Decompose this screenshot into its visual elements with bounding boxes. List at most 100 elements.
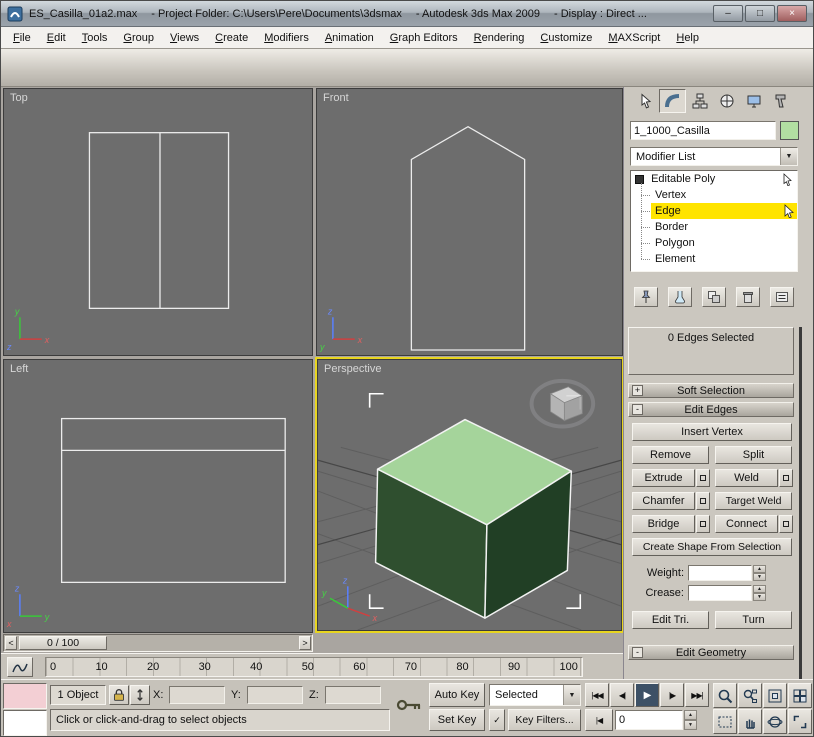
zoom-all-button[interactable] [738, 683, 762, 708]
spinner-down-icon[interactable]: ▼ [684, 720, 697, 730]
pin-stack-button[interactable] [634, 287, 658, 307]
time-slider-track[interactable]: < 0 / 100 > [3, 634, 313, 652]
viewport-front-label[interactable]: Front [323, 92, 349, 104]
close-button[interactable]: × [777, 5, 807, 22]
x-coordinate-field[interactable] [169, 686, 225, 704]
subobject-polygon[interactable]: Polygon [651, 235, 797, 251]
rollout-edit-edges[interactable]: - Edit Edges [628, 402, 794, 417]
tab-display[interactable] [740, 89, 767, 113]
zoom-extents-button[interactable] [763, 683, 787, 708]
key-filters-button[interactable]: Key Filters... [508, 709, 581, 731]
menu-rendering[interactable]: Rendering [466, 29, 533, 47]
next-frame-button[interactable]: |▶ [660, 683, 684, 707]
configure-modifier-sets-button[interactable] [770, 287, 794, 307]
modifier-list-dropdown[interactable]: Modifier List ▼ [630, 147, 798, 166]
title-bar[interactable]: ES_Casilla_01a2.max - Project Folder: C:… [1, 1, 813, 27]
viewport-perspective[interactable]: Perspective [317, 359, 622, 631]
remove-button[interactable]: Remove [632, 446, 709, 464]
stack-item-editable-poly[interactable]: Editable Poly [631, 171, 797, 187]
selection-set-dropdown[interactable]: Selected ▼ [489, 684, 581, 706]
crease-field[interactable] [688, 585, 752, 601]
viewport-front[interactable]: Front z x y [316, 88, 623, 356]
crease-spinner[interactable]: ▲ ▼ [753, 585, 766, 601]
go-to-start-button[interactable]: |◀◀ [585, 683, 609, 707]
menu-animation[interactable]: Animation [317, 29, 382, 47]
menu-customize[interactable]: Customize [532, 29, 600, 47]
modifier-stack[interactable]: Editable Poly Vertex Edge Border Polygon [630, 170, 798, 272]
extrude-button[interactable]: Extrude [632, 469, 695, 487]
subobject-vertex[interactable]: Vertex [651, 187, 797, 203]
viewport-top-label[interactable]: Top [10, 92, 28, 104]
viewport-top[interactable]: Top y x z [3, 88, 313, 356]
pan-button[interactable] [738, 709, 762, 734]
remove-modifier-button[interactable] [736, 287, 760, 307]
zoom-region-button[interactable] [713, 709, 737, 734]
connect-settings-button[interactable] [779, 515, 793, 533]
tab-modify[interactable] [659, 89, 686, 113]
spinner-up-icon[interactable]: ▲ [753, 565, 766, 573]
rollout-edit-geometry[interactable]: - Edit Geometry [628, 645, 794, 660]
target-weld-button[interactable]: Target Weld [715, 492, 792, 510]
auto-key-button[interactable]: Auto Key [429, 683, 485, 707]
absolute-offset-mode-toggle[interactable] [130, 685, 150, 705]
menu-maxscript[interactable]: MAXScript [600, 29, 668, 47]
subobject-edge-selected[interactable]: Edge [651, 203, 797, 219]
viewport-left-label[interactable]: Left [10, 363, 28, 375]
zoom-extents-all-button[interactable] [788, 683, 812, 708]
connect-button[interactable]: Connect [715, 515, 778, 533]
rollout-collapse-sign[interactable]: - [632, 404, 643, 415]
viewport-perspective-label[interactable]: Perspective [324, 363, 381, 375]
bridge-settings-button[interactable] [696, 515, 710, 533]
chamfer-settings-button[interactable] [696, 492, 710, 510]
keyboard-shortcut-override-toggle[interactable] [393, 692, 425, 718]
selection-lock-toggle[interactable] [109, 685, 129, 705]
menu-edit[interactable]: Edit [39, 29, 74, 47]
tab-create[interactable] [632, 89, 659, 113]
weight-spinner[interactable]: ▲ ▼ [753, 565, 766, 581]
subobject-border[interactable]: Border [651, 219, 797, 235]
spinner-down-icon[interactable]: ▼ [753, 573, 766, 581]
chamfer-button[interactable]: Chamfer [632, 492, 695, 510]
zoom-button[interactable] [713, 683, 737, 708]
play-button[interactable]: ▶ [635, 683, 659, 707]
menu-graph-editors[interactable]: Graph Editors [382, 29, 466, 47]
weight-field[interactable] [688, 565, 752, 581]
menu-views[interactable]: Views [162, 29, 207, 47]
weld-settings-button[interactable] [779, 469, 793, 487]
subobject-element[interactable]: Element [651, 251, 797, 267]
make-unique-button[interactable] [702, 287, 726, 307]
y-coordinate-field[interactable] [247, 686, 303, 704]
time-slider-prev-button[interactable]: < [5, 636, 17, 650]
spinner-up-icon[interactable]: ▲ [684, 710, 697, 720]
set-key-button[interactable]: Set Key [429, 709, 485, 731]
weld-button[interactable]: Weld [715, 469, 778, 487]
show-end-result-button[interactable] [668, 287, 692, 307]
turn-button[interactable]: Turn [715, 611, 792, 629]
maxscript-mini-listener-white[interactable] [3, 710, 47, 736]
maxscript-mini-listener-pink[interactable] [3, 683, 47, 709]
rollout-soft-selection[interactable]: + Soft Selection [628, 383, 794, 398]
object-color-swatch[interactable] [780, 121, 799, 140]
previous-frame-button[interactable]: ◀| [610, 683, 634, 707]
bridge-button[interactable]: Bridge [632, 515, 695, 533]
menu-help[interactable]: Help [668, 29, 707, 47]
spinner-down-icon[interactable]: ▼ [753, 593, 766, 601]
panel-scrollbar[interactable] [799, 327, 802, 737]
rollout-collapse-sign[interactable]: - [632, 647, 643, 658]
open-mini-curve-editor-button[interactable] [7, 657, 33, 677]
arc-rotate-button[interactable] [763, 709, 787, 734]
viewport-left[interactable]: Left z y x [3, 359, 313, 633]
menu-create[interactable]: Create [207, 29, 256, 47]
new-key-default-toggle[interactable]: ✓ [489, 709, 505, 731]
minimize-button[interactable]: – [713, 5, 743, 22]
time-slider-handle[interactable]: 0 / 100 [19, 636, 107, 650]
time-slider-next-button[interactable]: > [299, 636, 311, 650]
insert-vertex-button[interactable]: Insert Vertex [632, 423, 792, 441]
rollout-expand-sign[interactable]: + [632, 385, 643, 396]
split-button[interactable]: Split [715, 446, 792, 464]
spinner-up-icon[interactable]: ▲ [753, 585, 766, 593]
tab-hierarchy[interactable] [686, 89, 713, 113]
go-to-end-button[interactable]: ▶▶| [685, 683, 709, 707]
key-mode-toggle[interactable]: |◀ [585, 709, 613, 731]
menu-group[interactable]: Group [115, 29, 162, 47]
